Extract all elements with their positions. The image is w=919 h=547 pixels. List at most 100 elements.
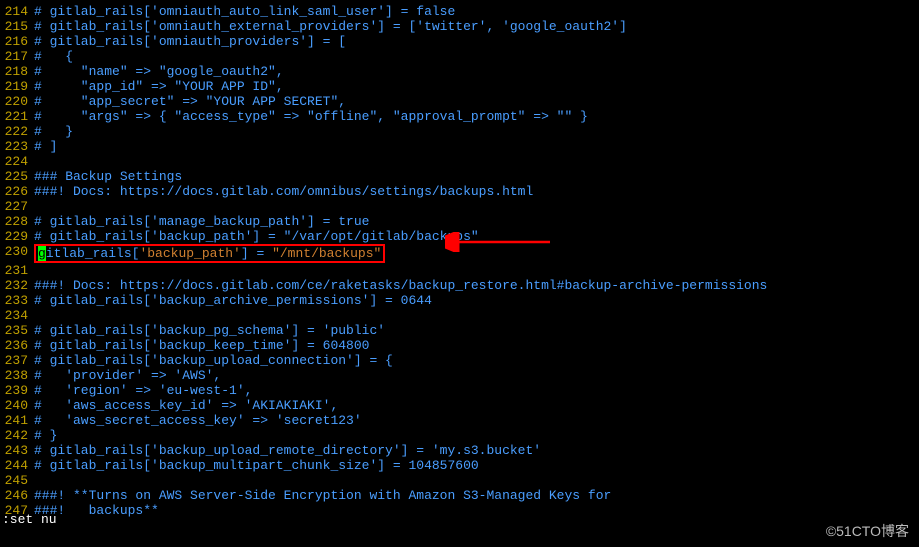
line-number: 236 — [0, 338, 34, 353]
code-line: 238# 'provider' => 'AWS', — [0, 368, 919, 383]
line-number: 216 — [0, 34, 34, 49]
line-number: 231 — [0, 263, 34, 278]
line-number: 240 — [0, 398, 34, 413]
line-number: 219 — [0, 79, 34, 94]
code-text: # gitlab_rails['backup_pg_schema'] = 'pu… — [34, 323, 385, 338]
code-line: 218# "name" => "google_oauth2", — [0, 64, 919, 79]
code-line: 236# gitlab_rails['backup_keep_time'] = … — [0, 338, 919, 353]
code-line: 214# gitlab_rails['omniauth_auto_link_sa… — [0, 4, 919, 19]
code-line: 221# "args" => { "access_type" => "offli… — [0, 109, 919, 124]
code-text: # } — [34, 124, 73, 139]
vim-status-bar[interactable]: :set nu — [0, 512, 57, 527]
code-text: # gitlab_rails['manage_backup_path'] = t… — [34, 214, 369, 229]
code-text: ###! Docs: https://docs.gitlab.com/ce/ra… — [34, 278, 767, 293]
code-line: 215# gitlab_rails['omniauth_external_pro… — [0, 19, 919, 34]
code-text: # gitlab_rails['backup_upload_connection… — [34, 353, 393, 368]
cursor: g — [38, 246, 46, 261]
code-text: # 'aws_secret_access_key' => 'secret123' — [34, 413, 362, 428]
code-line: 224 — [0, 154, 919, 169]
code-line: 235# gitlab_rails['backup_pg_schema'] = … — [0, 323, 919, 338]
line-number: 223 — [0, 139, 34, 154]
code-line: 237# gitlab_rails['backup_upload_connect… — [0, 353, 919, 368]
code-line: 231 — [0, 263, 919, 278]
code-editor[interactable]: 214# gitlab_rails['omniauth_auto_link_sa… — [0, 0, 919, 522]
line-number: 220 — [0, 94, 34, 109]
code-line: 232###! Docs: https://docs.gitlab.com/ce… — [0, 278, 919, 293]
line-number: 241 — [0, 413, 34, 428]
code-text: ###! Docs: https://docs.gitlab.com/omnib… — [34, 184, 533, 199]
code-text: # "args" => { "access_type" => "offline"… — [34, 109, 588, 124]
code-text: # 'provider' => 'AWS', — [34, 368, 221, 383]
code-text: # gitlab_rails['omniauth_external_provid… — [34, 19, 627, 34]
code-text: # ] — [34, 139, 57, 154]
code-line: 223# ] — [0, 139, 919, 154]
line-number: 224 — [0, 154, 34, 169]
code-line: 239# 'region' => 'eu-west-1', — [0, 383, 919, 398]
code-line: 240# 'aws_access_key_id' => 'AKIAKIAKI', — [0, 398, 919, 413]
code-line: 226###! Docs: https://docs.gitlab.com/om… — [0, 184, 919, 199]
code-text: # "name" => "google_oauth2", — [34, 64, 284, 79]
code-line: 245 — [0, 473, 919, 488]
line-number: 229 — [0, 229, 34, 244]
code-line: 244# gitlab_rails['backup_multipart_chun… — [0, 458, 919, 473]
code-text: ### Backup Settings — [34, 169, 182, 184]
code-line: 233# gitlab_rails['backup_archive_permis… — [0, 293, 919, 308]
line-number: 244 — [0, 458, 34, 473]
line-number: 230 — [0, 244, 34, 263]
line-number: 234 — [0, 308, 34, 323]
line-number: 235 — [0, 323, 34, 338]
code-line: 242# } — [0, 428, 919, 443]
line-number: 215 — [0, 19, 34, 34]
code-text: # } — [34, 428, 57, 443]
line-number: 232 — [0, 278, 34, 293]
line-number: 238 — [0, 368, 34, 383]
line-number: 237 — [0, 353, 34, 368]
code-line: 247###! backups** — [0, 503, 919, 518]
code-line: 241# 'aws_secret_access_key' => 'secret1… — [0, 413, 919, 428]
watermark: ©51CTO博客 — [826, 524, 909, 539]
line-number: 227 — [0, 199, 34, 214]
code-text: gitlab_rails['backup_path'] = "/mnt/back… — [34, 244, 385, 263]
code-line: 220# "app_secret" => "YOUR APP SECRET", — [0, 94, 919, 109]
code-line: 222# } — [0, 124, 919, 139]
code-line: 227 — [0, 199, 919, 214]
highlighted-config-line: gitlab_rails['backup_path'] = "/mnt/back… — [34, 244, 385, 263]
code-line: 229# gitlab_rails['backup_path'] = "/var… — [0, 229, 919, 244]
code-line: 234 — [0, 308, 919, 323]
code-text: # "app_secret" => "YOUR APP SECRET", — [34, 94, 346, 109]
code-line: 246###! **Turns on AWS Server-Side Encry… — [0, 488, 919, 503]
line-number: 243 — [0, 443, 34, 458]
code-text: # gitlab_rails['omniauth_auto_link_saml_… — [34, 4, 455, 19]
line-number: 245 — [0, 473, 34, 488]
code-line: 230gitlab_rails['backup_path'] = "/mnt/b… — [0, 244, 919, 263]
code-text: # gitlab_rails['omniauth_providers'] = [ — [34, 34, 346, 49]
line-number: 214 — [0, 4, 34, 19]
code-text: # gitlab_rails['backup_keep_time'] = 604… — [34, 338, 369, 353]
code-line: 225### Backup Settings — [0, 169, 919, 184]
line-number: 239 — [0, 383, 34, 398]
code-line: 219# "app_id" => "YOUR APP ID", — [0, 79, 919, 94]
code-text: # "app_id" => "YOUR APP ID", — [34, 79, 284, 94]
line-number: 242 — [0, 428, 34, 443]
code-text: # gitlab_rails['backup_path'] = "/var/op… — [34, 229, 479, 244]
code-text: # gitlab_rails['backup_archive_permissio… — [34, 293, 432, 308]
line-number: 225 — [0, 169, 34, 184]
line-number: 222 — [0, 124, 34, 139]
line-number: 226 — [0, 184, 34, 199]
code-line: 243# gitlab_rails['backup_upload_remote_… — [0, 443, 919, 458]
code-text: # { — [34, 49, 73, 64]
line-number: 228 — [0, 214, 34, 229]
code-line: 216# gitlab_rails['omniauth_providers'] … — [0, 34, 919, 49]
line-number: 217 — [0, 49, 34, 64]
code-line: 228# gitlab_rails['manage_backup_path'] … — [0, 214, 919, 229]
code-text: ###! **Turns on AWS Server-Side Encrypti… — [34, 488, 611, 503]
code-line: 217# { — [0, 49, 919, 64]
code-text: # gitlab_rails['backup_upload_remote_dir… — [34, 443, 541, 458]
code-text: # 'region' => 'eu-west-1', — [34, 383, 252, 398]
line-number: 246 — [0, 488, 34, 503]
line-number: 218 — [0, 64, 34, 79]
code-text: # gitlab_rails['backup_multipart_chunk_s… — [34, 458, 479, 473]
code-text: # 'aws_access_key_id' => 'AKIAKIAKI', — [34, 398, 338, 413]
line-number: 221 — [0, 109, 34, 124]
line-number: 233 — [0, 293, 34, 308]
